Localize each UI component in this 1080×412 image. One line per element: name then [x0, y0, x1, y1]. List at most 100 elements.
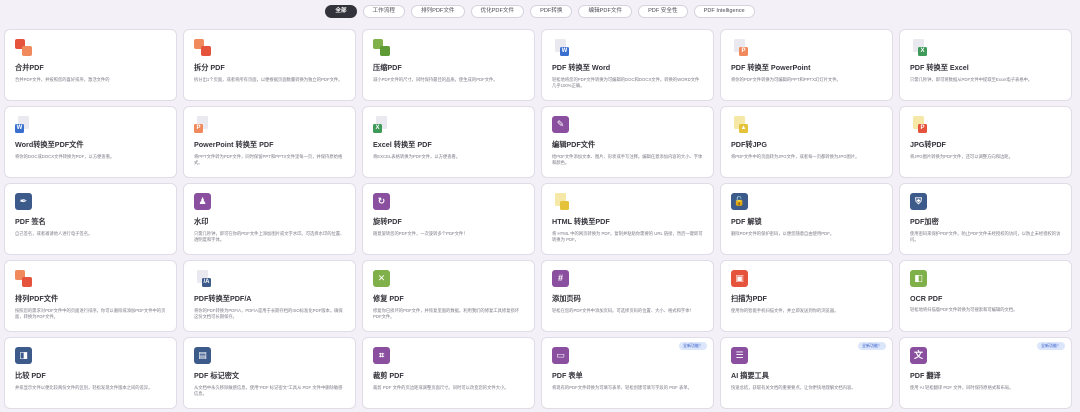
new-feature-badge: 全新功能！ [1037, 342, 1065, 350]
tool-card[interactable]: ☰ 全新功能！ AI 摘要工具 快速总结，获取有关文档的重要要点，让你更快地理解文档内… [720, 337, 893, 409]
tool-title: 旋转PDF [373, 217, 402, 226]
tool-description: 只需几秒钟，即可在你的PDF文件上添加图片或文字水印。可选择水印的位置、透明度和… [194, 231, 345, 243]
page-numbers-icon: # [552, 270, 569, 287]
tool-description: 拆分出1个页面，或者将所有页面，以便根据页面数量转换为独立的PDF文件。 [194, 77, 343, 82]
tool-description: 使用密码来保护PDF文件。防止PDF文件未经授权的访问，以防止未经授权的访问。 [910, 231, 1061, 243]
tool-title: PDF 转换至 Excel [910, 63, 969, 72]
edit-icon: ✎ [552, 116, 569, 133]
tool-title: 拆分 PDF [194, 63, 225, 72]
tool-card[interactable]: P PowerPoint 转换至 PDF 将PPT文件转为PDF文件，同时保留PPT… [183, 106, 356, 178]
powerpoint-icon: P [731, 39, 748, 56]
split-icon [194, 39, 211, 56]
tool-card[interactable]: P PDF 转换至 PowerPoint 将你的PDF文件转换为可编辑的PPT和PP… [720, 29, 893, 101]
filter-optimize[interactable]: 优化PDF文件 [470, 5, 525, 18]
tool-card[interactable]: ✎ 编辑PDF文件给PDF文件添加文本、图片、形状或手写注释。编辑任意添加内容的大… [541, 106, 714, 178]
tool-description: 随意旋转您的PDF文件，一次旋转多个PDF文件！ [373, 231, 468, 236]
filter-intelligence[interactable]: PDF Intelligence [693, 5, 755, 18]
filter-convert[interactable]: PDF转换 [530, 5, 573, 18]
new-feature-badge: 全新功能！ [679, 342, 707, 350]
tool-description: 减小PDF文件的尺寸，同时保持最佳的品质。使生成的PDF文件。 [373, 77, 498, 82]
tool-description: 按照您的需求对PDF文件中的页面进行排序。你可以删除或添加PDF文件中的页面，转… [15, 308, 166, 320]
forms-icon: ▭ [552, 347, 569, 364]
protect-icon: ⛨ [910, 193, 927, 210]
tool-title: PDF 翻译 [910, 371, 941, 380]
tool-card[interactable]: ♟ 水印 只需几秒钟，即可在你的PDF文件上添加图片或文字水印。可选择水印的位置、透… [183, 183, 356, 255]
tool-card[interactable]: 拆分 PDF 拆分出1个页面，或者将所有页面，以便根据页面数量转换为独立的PDF文… [183, 29, 356, 101]
tool-description: 自己签名，或者邀请他人进行电子签名。 [15, 231, 93, 236]
tool-title: 修复 PDF [373, 294, 404, 303]
unlock-icon: 🔓 [731, 193, 748, 210]
tool-description: 合并PDF文件，并按照您的喜好排序，激活文件的 [15, 77, 110, 82]
tool-title: PDF加密 [910, 217, 939, 226]
watermark-icon: ♟ [194, 193, 211, 210]
tool-title: 比较 PDF [15, 371, 46, 380]
word-icon: W [552, 39, 569, 56]
tool-card[interactable]: ◨ 比较 PDF 并排显示文件以便比较两份文件的区别，轻松发现文件版本之间的差异。 [4, 337, 177, 409]
tool-card[interactable]: 排列PDF文件按照您的需求对PDF文件中的页面进行排序。你可以删除或添加PDF文… [4, 260, 177, 332]
translate-icon: 文 [910, 347, 927, 364]
tool-title: PDF 标记密文 [194, 371, 240, 380]
filter-all[interactable]: 全部 [325, 5, 357, 18]
tool-title: PDF转换至PDF/A [194, 294, 252, 303]
tool-card[interactable]: ▤ PDF 标记密文 从文档中永久移除敏感信息，使用"PDF 标记密文"工具从 PD… [183, 337, 356, 409]
filter-edit[interactable]: 编辑PDF文件 [578, 5, 633, 18]
excel-to-pdf-icon: X [373, 116, 390, 133]
organize-icon [15, 270, 32, 287]
tool-title: PDF 签名 [15, 217, 46, 226]
tool-description: 将你的PDF转换为PDF/A，PDF/A是用于长期存档的ISO标准化PDF版本。… [194, 308, 343, 320]
filter-security[interactable]: PDF 安全性 [638, 5, 688, 18]
tool-card[interactable]: ⛨ PDF加密使用密码来保护PDF文件。防止PDF文件未经授权的访问，以防止未经授… [899, 183, 1072, 255]
tool-card[interactable]: P JPG转PDF 将JPG图片转换为PDF文件，还可以调整方向和边距。 [899, 106, 1072, 178]
tool-title: PDF 转换至 PowerPoint [731, 63, 811, 72]
tool-card[interactable]: 合并PDF 合并PDF文件，并按照您的喜好排序，激活文件的 [4, 29, 177, 101]
tool-title: 排列PDF文件 [15, 294, 59, 303]
tool-card[interactable]: W Word转换至PDF文件 将你的DOC或DOCX文件转换为PDF，以方便查看。 [4, 106, 177, 178]
new-feature-badge: 全新功能！ [858, 342, 886, 350]
tool-card[interactable]: X Excel 转换至 PDF 将EXCEL表格转换为PDF文件，以方便查看。 [362, 106, 535, 178]
tool-card[interactable]: W PDF 转换至 Word 轻松地将您的PDF文件转换为可编辑的DOC和DOCX文… [541, 29, 714, 101]
tool-title: 裁剪 PDF [373, 371, 404, 380]
tool-card[interactable]: X PDF 转换至 Excel 只需几秒钟，即可将数据从PDF文件中提取至Excel… [899, 29, 1072, 101]
tool-card[interactable]: 文 全新功能！ PDF 翻译使用 AI 轻松翻译 PDF 文件，同时保持原格式和布局… [899, 337, 1072, 409]
tool-description: 修复你已损坏的PDF文件，并恢复里面的数据。利用我们的修复工具修复损坏PDF文件… [373, 308, 520, 320]
tool-description: 将现有的PDF文件转换为可填写表单，轻松创建可填写字段的 PDF 表单。 [552, 385, 692, 390]
tool-description: 轻松地将您的PDF文件转换为可编辑的DOC和DOCX文件。转换的WORD文件几乎… [552, 77, 700, 89]
tool-card[interactable]: /A PDF转换至PDF/A 将你的PDF转换为PDF/A，PDF/A是用于长期存档… [183, 260, 356, 332]
tool-card[interactable]: 压缩PDF 减小PDF文件的尺寸，同时保持最佳的品质。使生成的PDF文件。 [362, 29, 535, 101]
tool-card[interactable]: 🔓 PDF 解锁 删除PDF文件的保护密码，以便您随意自由使用PDF。 [720, 183, 893, 255]
filter-organize[interactable]: 排列PDF文件 [410, 5, 465, 18]
tool-description: 将PDF文件中的页面转为JPG文件，或者每一页都转换为JPG图片。 [731, 154, 860, 159]
tool-title: Excel 转换至 PDF [373, 140, 432, 149]
tool-card[interactable]: ▲ PDF转JPG 将PDF文件中的页面转为JPG文件，或者每一页都转换为JPG图片… [720, 106, 893, 178]
tool-card[interactable]: # 添加页码轻松在您的PDF文件中添加页码。可选择页码的位置、大小、格式和字体！ [541, 260, 714, 332]
html-icon [552, 193, 569, 210]
tool-card[interactable]: ✒ PDF 签名 自己签名，或者邀请他人进行电子签名。 [4, 183, 177, 255]
tool-title: 添加页码 [552, 294, 581, 303]
jpg-to-pdf-icon: P [910, 116, 927, 133]
tool-title: PDF 表单 [552, 371, 583, 380]
tool-description: 从文档中永久移除敏感信息，使用"PDF 标记密文"工具从 PDF 文件中删除敏感… [194, 385, 343, 397]
tool-card[interactable]: ◧ OCR PDF 轻松地将扫描版PDF文件转换为可搜索和可编辑的文档。 [899, 260, 1072, 332]
tool-title: 编辑PDF文件 [552, 140, 596, 149]
tool-card[interactable]: ✕ 修复 PDF 修复你已损坏的PDF文件，并恢复里面的数据。利用我们的修复工具修复… [362, 260, 535, 332]
tool-card[interactable]: ↻ 旋转PDF 随意旋转您的PDF文件，一次旋转多个PDF文件！ [362, 183, 535, 255]
tool-description: 使用 AI 轻松翻译 PDF 文件，同时保持原格式和布局。 [910, 385, 1014, 390]
pdf-to-jpg-icon: ▲ [731, 116, 748, 133]
tool-card[interactable]: HTML 转换至PDF 将 HTML 中的网页转换为 PDF。复制并粘贴你需要的 … [541, 183, 714, 255]
tool-description: 将EXCEL表格转换为PDF文件，以方便查看。 [373, 154, 461, 159]
tool-title: PDF 解锁 [731, 217, 762, 226]
tool-description: 轻松在您的PDF文件中添加页码。可选择页码的位置、大小、格式和字体！ [552, 308, 694, 313]
tool-card[interactable]: ▣ 扫描为PDF 使用你的智能手机扫描文件，并立即发送到你的浏览器。 [720, 260, 893, 332]
tool-title: PDF 转换至 Word [552, 63, 611, 72]
tool-card[interactable]: ▭ 全新功能！ PDF 表单将现有的PDF文件转换为可填写表单，轻松创建可填写字段的… [541, 337, 714, 409]
tool-description: 只需几秒钟，即可将数据从PDF文件中提取至Excel电子表格中。 [910, 77, 1033, 82]
scan-icon: ▣ [731, 270, 748, 287]
tool-title: OCR PDF [910, 294, 943, 303]
tool-description: 将你的PDF文件转换为可编辑的PPT和PPTX幻灯片文件。 [731, 77, 841, 82]
tool-description: 给PDF文件添加文本、图片、形状或手写注释。编辑任意添加内容的大小、字体和颜色。 [552, 154, 703, 166]
tool-card[interactable]: ⌗ 裁剪 PDF 裁剪 PDF 文件的页边距或调整页面尺寸。同时可以改变您的文件大小… [362, 337, 535, 409]
ai-summary-icon: ☰ [731, 347, 748, 364]
tool-title: 扫描为PDF [731, 294, 767, 303]
filter-workflows[interactable]: 工作流程 [362, 5, 405, 18]
ppt-to-pdf-icon: P [194, 116, 211, 133]
